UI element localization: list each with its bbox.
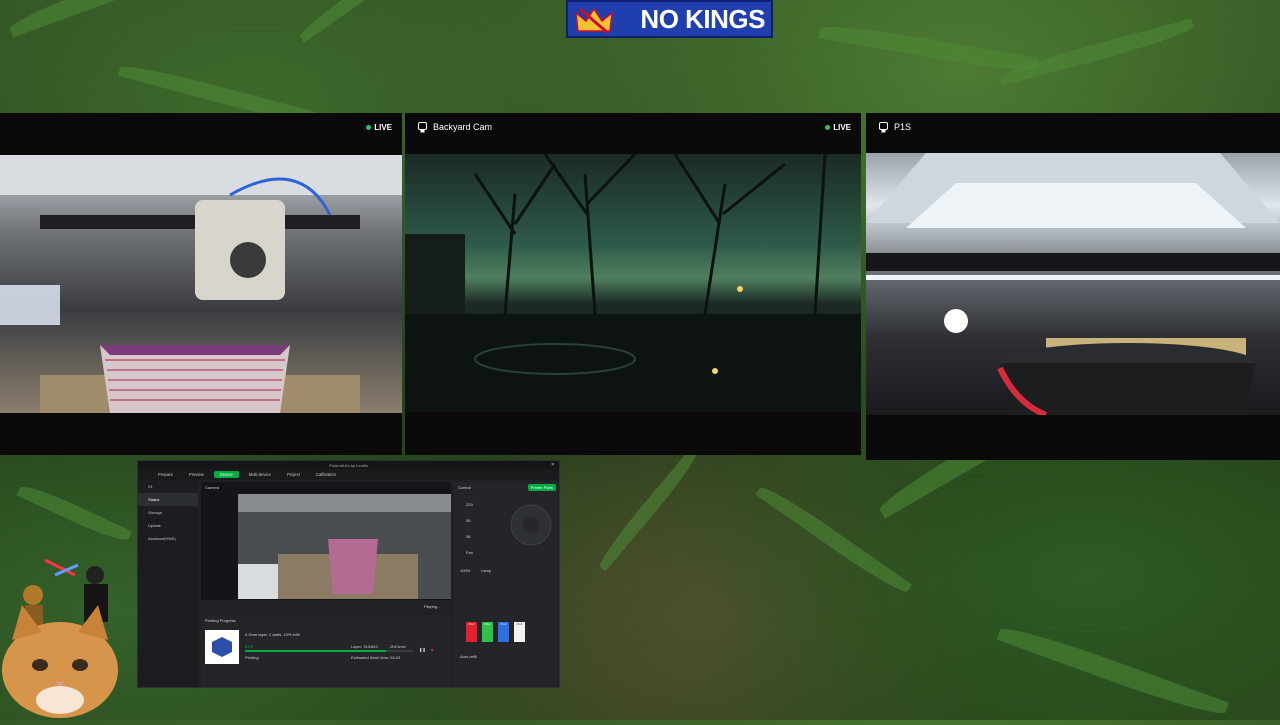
sidebar-item-status[interactable]: Status	[138, 493, 198, 506]
nozzle-temp[interactable]: 220	[466, 502, 473, 507]
camera-header: Backyard Cam	[405, 113, 861, 141]
camera-header: P1S	[866, 113, 1280, 141]
tab-prepare[interactable]: Prepare	[152, 471, 179, 478]
tab-calibration[interactable]: Calibration	[310, 471, 342, 478]
ams-slot[interactable]: PLA	[514, 622, 525, 642]
progress-bar-fill	[245, 650, 387, 652]
remaining-time: -2h21min	[389, 644, 406, 649]
progress-bar	[245, 650, 413, 652]
camera-title: Backyard Cam	[433, 122, 493, 132]
ams-panel: PLA PLA PLA PLA	[466, 622, 554, 648]
sidebar-item-storage[interactable]: Storage	[138, 506, 198, 519]
live-label: LIVE	[374, 123, 392, 132]
playing-label: Playing...	[424, 604, 441, 609]
printer-camera-feed	[0, 155, 402, 413]
printer-selector[interactable]: X1	[138, 480, 198, 493]
sidebar-item-update[interactable]: Update	[138, 519, 198, 532]
sidebar-item-assistant[interactable]: Assistant(HMS)	[138, 532, 198, 545]
no-kings-banner: NO KINGS	[566, 0, 773, 38]
banner-text: NO KINGS	[640, 3, 765, 34]
ams-slot[interactable]: PLA	[498, 622, 509, 642]
cube-icon	[212, 637, 232, 657]
bed-temp[interactable]: 55	[466, 518, 470, 523]
tab-project[interactable]: Project	[281, 471, 306, 478]
backyard-camera-feed	[405, 154, 861, 412]
control-label: Control	[458, 485, 471, 490]
camera-panel-backyard: Backyard Cam LIVE	[405, 113, 861, 455]
stop-button[interactable]: ■	[431, 647, 433, 652]
live-label: LIVE	[833, 123, 851, 132]
printer-parts-button[interactable]: Printer Parts	[527, 484, 556, 491]
tab-preview[interactable]: Preview	[183, 471, 210, 478]
app-title-bar: Polaroid-bo.hp Lentils ✕	[138, 461, 559, 469]
print-status: Printing	[245, 655, 259, 660]
pause-button[interactable]: ❚❚	[419, 647, 426, 652]
camera-icon	[879, 121, 888, 132]
live-dot-icon	[825, 125, 831, 130]
camera-panel-p1s: P1S	[866, 113, 1280, 460]
printer-video-stream	[238, 494, 451, 599]
crown-icon	[575, 7, 613, 35]
tab-device[interactable]: Device	[213, 471, 239, 478]
printing-progress-label: Printing Progress	[205, 618, 236, 623]
lamp-label[interactable]: Lamp	[481, 568, 491, 573]
fan-label: Fan	[466, 550, 473, 555]
p1s-camera-feed	[866, 153, 1280, 415]
camera-label: Camera	[205, 485, 220, 490]
live-indicator: LIVE	[366, 123, 392, 132]
jog-dial-icon[interactable]	[510, 504, 552, 546]
tab-multi-device[interactable]: Multi-device	[243, 471, 277, 478]
auto-refill-button[interactable]: Auto-refill	[460, 654, 477, 659]
camera-panel-printer: LIVE	[0, 113, 402, 455]
fan-speed[interactable]: 100%	[460, 568, 470, 573]
control-panel: Control Printer Parts 220 55 38 Fan 100%…	[454, 482, 558, 687]
app-title: Polaroid-bo.hp Lentils	[329, 462, 368, 468]
progress-percent: 84%	[245, 644, 254, 649]
ams-slot[interactable]: PLA	[482, 622, 493, 642]
ams-slot[interactable]: PLA	[466, 622, 477, 642]
camera-title: P1S	[894, 122, 912, 132]
camera-icon	[418, 121, 427, 132]
printing-progress-panel: Printing Progress 0.2mm layer, 2 walls, …	[201, 615, 451, 687]
app-tab-bar: Prepare Preview Device Multi-device Proj…	[138, 469, 559, 480]
close-icon[interactable]: ✕	[551, 462, 555, 468]
model-thumbnail	[205, 630, 239, 664]
kitten-sticker	[0, 550, 135, 720]
estimated-finish: Estimated finish time: 04:23	[351, 655, 401, 660]
job-name: 0.2mm layer, 2 walls, 10% infill	[245, 632, 300, 637]
layer-info: Layer: 313/543	[351, 644, 378, 649]
device-sidebar: X1 Status Storage Update Assistant(HMS)	[138, 480, 198, 687]
chamber-temp[interactable]: 38	[466, 534, 470, 539]
live-indicator: LIVE	[825, 123, 851, 132]
live-dot-icon	[366, 125, 372, 130]
slicer-app-window: Polaroid-bo.hp Lentils ✕ Prepare Preview…	[137, 460, 560, 688]
